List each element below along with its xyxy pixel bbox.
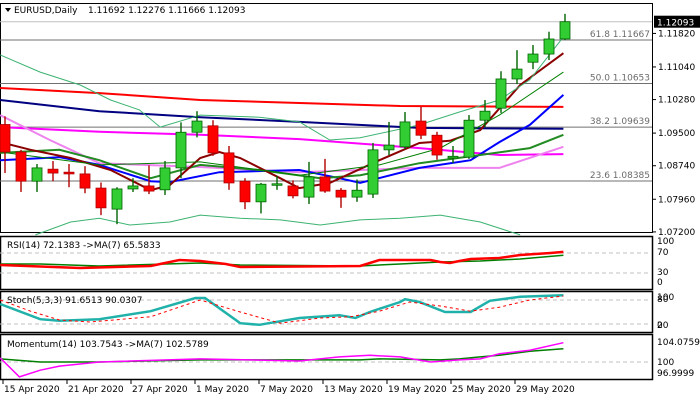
bear-candle-body: [143, 185, 155, 192]
fib-level-label: 50.0 1.10653: [590, 74, 650, 84]
bull-candle-body: [255, 183, 267, 203]
chart-header: EURUSD,Daily 1.11692 1.12276 1.11666 1.1…: [5, 6, 245, 16]
bull-candle-body: [127, 185, 139, 190]
time-tick-label: 13 May 2020: [324, 385, 383, 395]
price-tick-label: 1.07960: [658, 195, 695, 205]
bear-candle-body: [95, 187, 107, 209]
bull-candle-body: [383, 144, 395, 151]
momentum-scale-label: 96.9999: [657, 369, 694, 379]
bull-candle-body: [175, 131, 187, 169]
price-tick-label: 1.08740: [658, 162, 695, 172]
bull-candle-body: [447, 155, 459, 159]
bear-candle-body: [415, 120, 427, 136]
bull-candle-body: [191, 120, 203, 133]
stoch-scale-label: 0: [657, 321, 663, 331]
bull-candle-body: [463, 119, 475, 158]
bull-candle-body: [559, 21, 571, 40]
price-tick-label: 1.10280: [658, 96, 695, 106]
bull-candle-body: [527, 53, 539, 63]
price-tick-label: 1.11820: [658, 29, 695, 39]
candle: [223, 145, 235, 190]
price-axis: 1.11820 1.11040 1.10280 1.09500 1.08740 1.079…: [652, 15, 700, 238]
momentum-label: Momentum(14) 103.7543 ->MA(7) 102.5789: [7, 340, 209, 350]
bear-candle-body: [79, 173, 91, 189]
time-tick-label: 25 May 2020: [452, 385, 511, 395]
time-tick-label: 15 Apr 2020: [4, 385, 60, 395]
bull-candle-body: [399, 121, 411, 148]
ohlc-values: 1.11692 1.12276 1.11666 1.12093: [88, 6, 245, 16]
bear-candle-body: [287, 185, 299, 197]
momentum-scale-label: 100: [657, 358, 674, 368]
indicator-panels[interactable]: RSI(14) 72.1383 ->MA(7) 65.5833 10070300S…: [0, 235, 700, 381]
bear-candle-body: [15, 151, 27, 182]
symbol-timeframe: EURUSD,Daily: [14, 6, 78, 16]
rsi-label: RSI(14) 72.1383 ->MA(7) 65.5833: [7, 241, 161, 251]
price-tick-label: 1.09500: [658, 129, 695, 139]
stoch-scale-label: 80: [657, 295, 669, 305]
time-tick-label: 7 May 2020: [260, 385, 313, 395]
bull-candle-body: [111, 188, 123, 210]
current-price-label: 1.12093: [657, 19, 694, 29]
candle: [463, 115, 475, 159]
momentum-scale-label: 104.0759: [657, 338, 700, 348]
price-chart[interactable]: 61.8 1.11667 50.0 1.10653 38.2 1.09639 23.6…: [0, 0, 700, 400]
rsi-scale-label: 30: [657, 268, 669, 278]
price-tick-label: 1.11040: [658, 63, 695, 73]
bull-candle-body: [159, 167, 171, 191]
fib-level-label: 61.8 1.11667: [590, 30, 650, 40]
time-tick-label: 21 Apr 2020: [68, 385, 124, 395]
bull-candle-body: [31, 167, 43, 182]
rsi-scale-label: 0: [657, 278, 663, 288]
rsi-scale-label: 100: [657, 237, 674, 247]
time-tick-label: 19 May 2020: [388, 385, 447, 395]
time-tick-label: 29 May 2020: [516, 385, 575, 395]
bear-candle-body: [239, 180, 251, 203]
bear-candle-body: [319, 176, 331, 192]
bull-candle-body: [495, 78, 507, 109]
bull-candle-body: [367, 149, 379, 195]
bear-candle-body: [0, 124, 11, 153]
bear-candle-body: [335, 189, 347, 198]
fib-level-label: 38.2 1.09639: [590, 117, 650, 127]
candle: [367, 142, 379, 198]
bull-candle-body: [271, 183, 283, 186]
time-tick-label: 1 May 2020: [196, 385, 249, 395]
stoch-label: Stoch(5,3,3) 91.6513 90.0307: [7, 296, 142, 306]
bull-candle-body: [479, 110, 491, 121]
rsi-scale-label: 70: [657, 248, 669, 258]
bear-candle-body: [223, 152, 235, 184]
bull-candle-body: [511, 68, 523, 80]
bear-candle-body: [207, 125, 219, 154]
time-axis: 15 Apr 2020 21 Apr 2020 27 Apr 2020 1 May 2…: [2, 379, 575, 395]
candle: [207, 120, 219, 156]
bull-candle-body: [351, 189, 363, 198]
bull-candle-body: [543, 38, 555, 55]
bull-candle-body: [303, 176, 315, 198]
time-tick-label: 27 Apr 2020: [132, 385, 188, 395]
bear-candle-body: [47, 168, 59, 174]
bear-candle-body: [431, 134, 443, 156]
bear-candle-body: [63, 171, 75, 175]
fib-level-label: 23.6 1.08385: [590, 171, 650, 181]
